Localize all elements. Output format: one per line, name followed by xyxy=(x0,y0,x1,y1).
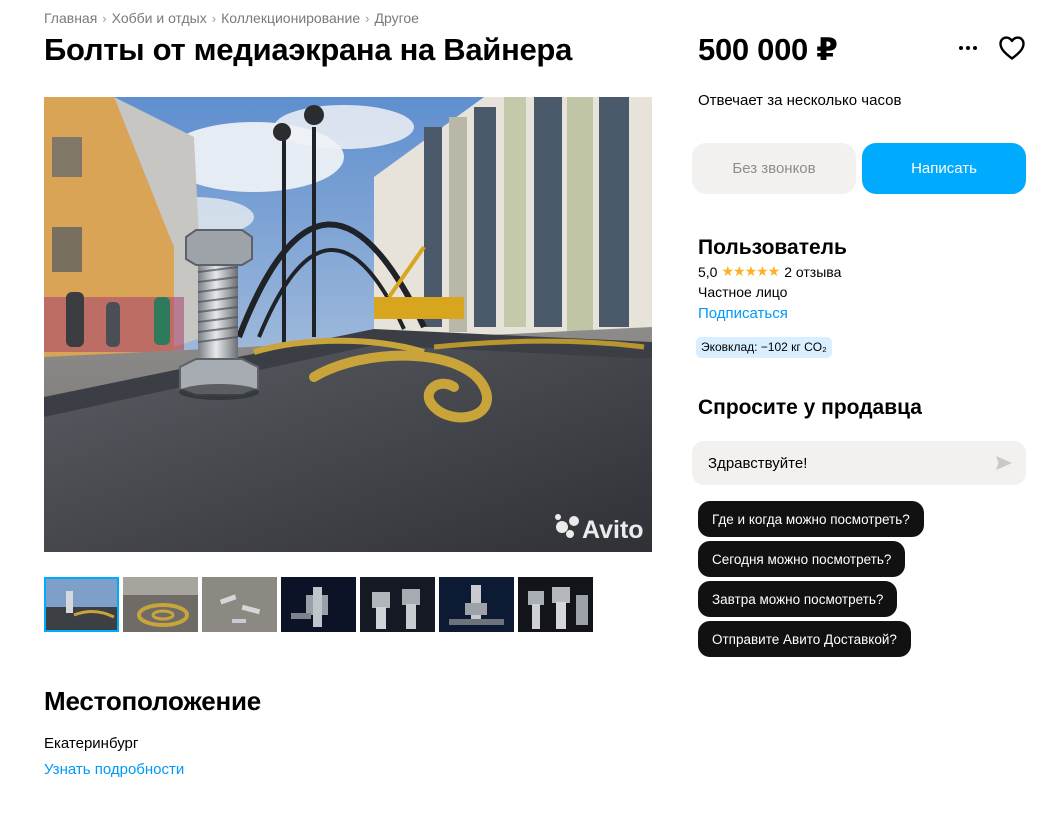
seller-name[interactable]: Пользователь xyxy=(698,236,847,260)
thumbnail-2[interactable] xyxy=(123,577,198,632)
breadcrumb-separator: › xyxy=(211,10,217,26)
quick-question-today[interactable]: Сегодня можно посмотреть? xyxy=(698,541,906,577)
reviews-link[interactable]: 2 отзыва xyxy=(784,264,841,280)
seller-rating: 5,0 ★★★★★ 2 отзыва xyxy=(698,263,841,280)
message-input-value: Здравствуйте! xyxy=(708,454,808,472)
more-dots-icon[interactable] xyxy=(955,38,981,58)
thumbnail-1[interactable] xyxy=(44,577,119,632)
location-city: Екатеринбург xyxy=(44,735,139,752)
write-message-button[interactable]: Написать xyxy=(862,143,1026,194)
listing-title: Болты от медиаэкрана на Вайнера xyxy=(44,32,573,67)
quick-question-where-when[interactable]: Где и когда можно посмотреть? xyxy=(698,501,924,537)
breadcrumb-hobby[interactable]: Хобби и отдых xyxy=(112,10,207,26)
seller-type: Частное лицо xyxy=(698,284,788,300)
breadcrumb-collecting[interactable]: Коллекционирование xyxy=(221,10,360,26)
listing-price: 500 000 ₽ xyxy=(698,32,838,67)
thumbnail-7[interactable] xyxy=(518,577,593,632)
no-calls-button[interactable]: Без звонков xyxy=(692,143,856,194)
thumbnail-3[interactable] xyxy=(202,577,277,632)
breadcrumb: Главная › Хобби и отдых › Коллекциониров… xyxy=(44,10,419,26)
breadcrumb-separator: › xyxy=(365,10,370,26)
svg-text:Avito: Avito xyxy=(582,516,644,544)
main-photo[interactable]: Avito xyxy=(44,97,652,552)
thumbnail-6[interactable] xyxy=(439,577,514,632)
breadcrumb-other[interactable]: Другое xyxy=(374,10,418,26)
eco-badge[interactable]: Эковклад: −102 кг CO₂ xyxy=(696,337,832,358)
quick-question-tomorrow[interactable]: Завтра можно посмотреть? xyxy=(698,581,898,617)
breadcrumb-separator: › xyxy=(102,10,107,26)
subscribe-link[interactable]: Подписаться xyxy=(698,305,788,322)
thumbnail-5[interactable] xyxy=(360,577,435,632)
rating-value: 5,0 xyxy=(698,263,718,280)
send-icon[interactable] xyxy=(994,454,1014,472)
location-heading: Местоположение xyxy=(44,686,262,716)
breadcrumb-home[interactable]: Главная xyxy=(44,10,97,26)
star-rating-icon: ★★★★★ xyxy=(721,263,780,279)
thumbnail-strip xyxy=(44,577,593,632)
thumbnail-4[interactable] xyxy=(281,577,356,632)
ask-seller-heading: Спросите у продавца xyxy=(698,396,922,419)
quick-question-delivery[interactable]: Отправите Авито Доставкой? xyxy=(698,621,911,657)
response-time: Отвечает за несколько часов xyxy=(698,92,902,109)
location-details-link[interactable]: Узнать подробности xyxy=(44,761,184,778)
heart-icon[interactable] xyxy=(998,35,1026,61)
message-input[interactable]: Здравствуйте! xyxy=(692,441,1026,485)
